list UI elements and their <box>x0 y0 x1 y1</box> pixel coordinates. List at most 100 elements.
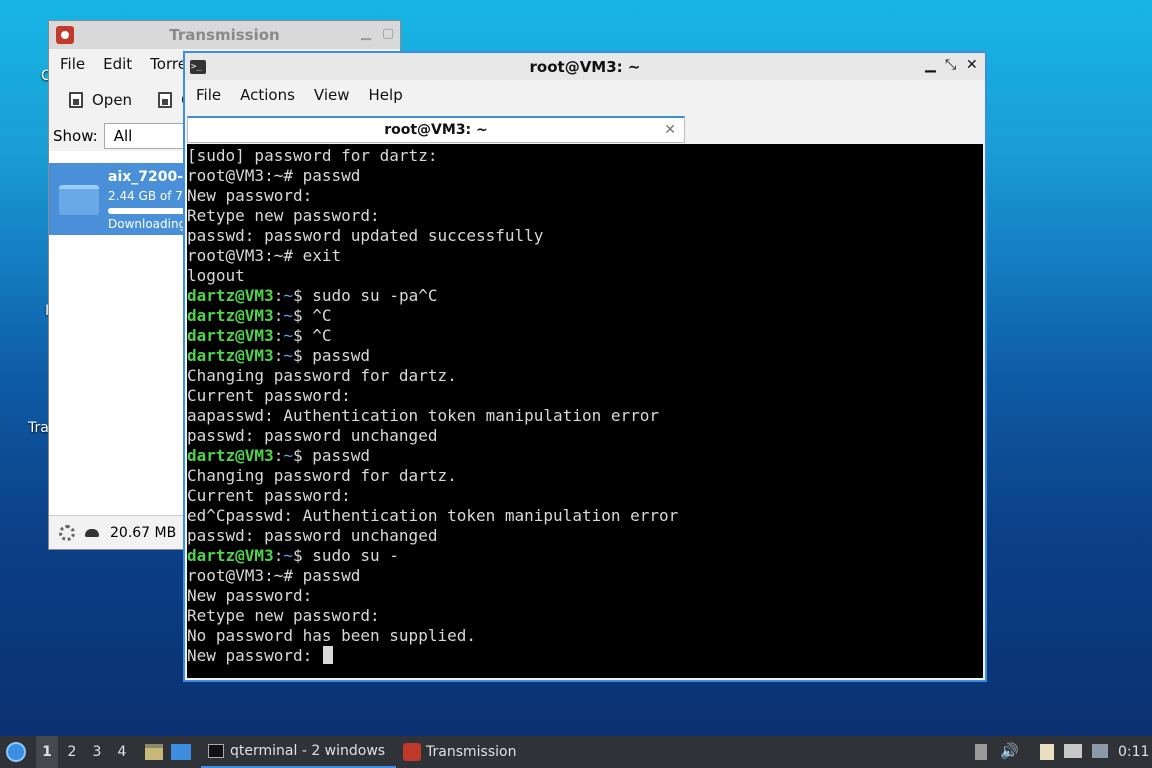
terminal-line: Changing password for dartz. <box>187 366 983 386</box>
volume-icon[interactable]: 🔊 <box>1000 742 1019 760</box>
line-text: No password has been supplied. <box>187 626 476 645</box>
file-manager-icon[interactable] <box>145 744 163 760</box>
menu-file[interactable]: File <box>60 55 85 73</box>
prompt-separator: : <box>273 326 284 345</box>
terminal-line: passwd: password updated successfully <box>187 226 983 246</box>
line-text: New password: <box>187 186 313 205</box>
task-qterminal-label: qterminal - 2 windows <box>230 743 386 759</box>
prompt-user: dartz@VM3 <box>187 446 274 465</box>
task-transmission-label: Transmission <box>426 744 517 760</box>
clipboard-icon[interactable] <box>1040 744 1054 760</box>
workspace-1[interactable]: 1 <box>36 736 58 768</box>
menu-edit[interactable]: Edit <box>103 55 132 73</box>
prompt-command: $ passwd <box>292 346 371 365</box>
line-text: ed^Cpasswd: Authentication token manipul… <box>187 506 679 525</box>
prompt-path: ~ <box>283 306 293 325</box>
line-text: New password: <box>187 646 322 665</box>
clock: 0:11 <box>1118 744 1150 760</box>
show-desktop-icon[interactable] <box>171 744 191 760</box>
restore-icon[interactable]: ⤡ <box>945 57 956 73</box>
gear-icon[interactable] <box>59 524 75 541</box>
create-icon <box>158 92 173 108</box>
speed-readout: 20.67 MB <box>110 524 177 541</box>
menu-torrent[interactable]: Torre <box>150 55 187 73</box>
desktop-label-3[interactable]: Tra <box>28 420 49 436</box>
line-text: passwd: password updated successfully <box>187 226 544 245</box>
open-label: Open <box>92 91 133 109</box>
prompt-path: ~ <box>283 446 293 465</box>
prompt-user: dartz@VM3 <box>187 346 274 365</box>
prompt-command: $ ^C <box>292 326 332 345</box>
terminal-line: Current password: <box>187 386 983 406</box>
text-cursor <box>322 646 333 664</box>
terminal-line: ed^Cpasswd: Authentication token manipul… <box>187 506 983 526</box>
minimize-icon[interactable]: ▁ <box>361 26 371 41</box>
terminal-tabbar: root@VM3: ~ ✕ <box>185 110 985 143</box>
update-icon[interactable] <box>1092 744 1108 758</box>
transmission-titlebar[interactable]: Transmission ▁ ▢ <box>49 21 400 49</box>
prompt-separator: : <box>273 346 284 365</box>
terminal-line: dartz@VM3:~$ ^C <box>187 306 983 326</box>
terminal-line: Retype new password: <box>187 206 983 226</box>
prompt-path: ~ <box>283 326 293 345</box>
workspace-3[interactable]: 3 <box>86 744 108 760</box>
terminal-line: aapasswd: Authentication token manipulat… <box>187 406 983 426</box>
terminal-line: dartz@VM3:~$ sudo su - <box>187 546 983 566</box>
prompt-command: $ sudo su -pa^C <box>292 286 438 305</box>
menu-help[interactable]: Help <box>369 86 403 104</box>
network-icon[interactable] <box>1064 744 1082 758</box>
filter-label: Show: <box>53 127 98 145</box>
prompt-user: dartz@VM3 <box>187 286 274 305</box>
app-menu-icon[interactable] <box>6 742 26 762</box>
terminal-line: New password: <box>187 646 983 666</box>
terminal-line: dartz@VM3:~$ passwd <box>187 346 983 366</box>
terminal-line: New password: <box>187 586 983 606</box>
terminal-window: >_ root@VM3: ~ ▁ ⤡ ✕ File Actions View H… <box>183 51 987 682</box>
menu-view[interactable]: View <box>314 86 350 104</box>
folder-icon <box>59 185 99 215</box>
terminal-title: root@VM3: ~ <box>529 57 641 76</box>
line-text: root@VM3:~# passwd <box>187 166 361 185</box>
menu-actions[interactable]: Actions <box>240 86 295 104</box>
terminal-menubar: File Actions View Help <box>185 80 985 110</box>
tab-close-icon[interactable]: ✕ <box>664 118 676 142</box>
terminal-line: New password: <box>187 186 983 206</box>
line-text: Changing password for dartz. <box>187 466 457 485</box>
terminal-tab-label: root@VM3: ~ <box>384 122 488 138</box>
menu-file[interactable]: File <box>196 86 221 104</box>
prompt-user: dartz@VM3 <box>187 306 274 325</box>
terminal-tab[interactable]: root@VM3: ~ ✕ <box>187 116 685 143</box>
torrent-name: aix_7200-0 <box>108 169 193 185</box>
prompt-separator: : <box>273 286 284 305</box>
prompt-command: $ sudo su - <box>292 546 399 565</box>
minimize-icon[interactable]: ▁ <box>925 57 936 73</box>
line-text: Current password: <box>187 386 351 405</box>
terminal-titlebar[interactable]: >_ root@VM3: ~ ▁ ⤡ ✕ <box>185 53 985 80</box>
terminal-icon <box>208 744 224 758</box>
line-text: root@VM3:~# exit <box>187 246 342 265</box>
line-text: Changing password for dartz. <box>187 366 457 385</box>
line-text: passwd: password unchanged <box>187 526 438 545</box>
terminal-line: Current password: <box>187 486 983 506</box>
taskbar: 1 2 3 4 qterminal - 2 windows Transmissi… <box>0 736 1152 768</box>
turtle-icon[interactable] <box>85 528 99 537</box>
close-icon[interactable]: ✕ <box>966 57 978 73</box>
line-text: New password: <box>187 586 313 605</box>
workspace-4[interactable]: 4 <box>111 744 133 760</box>
terminal-line: root@VM3:~# passwd <box>187 566 983 586</box>
workspace-2[interactable]: 2 <box>61 744 83 760</box>
line-text: passwd: password unchanged <box>187 426 438 445</box>
line-text: Retype new password: <box>187 606 380 625</box>
terminal-line: root@VM3:~# passwd <box>187 166 983 186</box>
line-text: aapasswd: Authentication token manipulat… <box>187 406 660 425</box>
open-button[interactable]: Open <box>69 91 132 109</box>
battery-icon[interactable] <box>975 744 987 760</box>
task-qterminal[interactable]: qterminal - 2 windows <box>201 736 396 768</box>
transmission-title: Transmission <box>169 26 280 44</box>
terminal-output[interactable]: [sudo] password for dartz: root@VM3:~# pa… <box>187 144 983 678</box>
terminal-line: passwd: password unchanged <box>187 426 983 446</box>
line-text: root@VM3:~# passwd <box>187 566 361 585</box>
maximize-icon[interactable]: ▢ <box>382 26 394 41</box>
prompt-user: dartz@VM3 <box>187 546 274 565</box>
task-transmission[interactable]: Transmission <box>396 736 523 768</box>
